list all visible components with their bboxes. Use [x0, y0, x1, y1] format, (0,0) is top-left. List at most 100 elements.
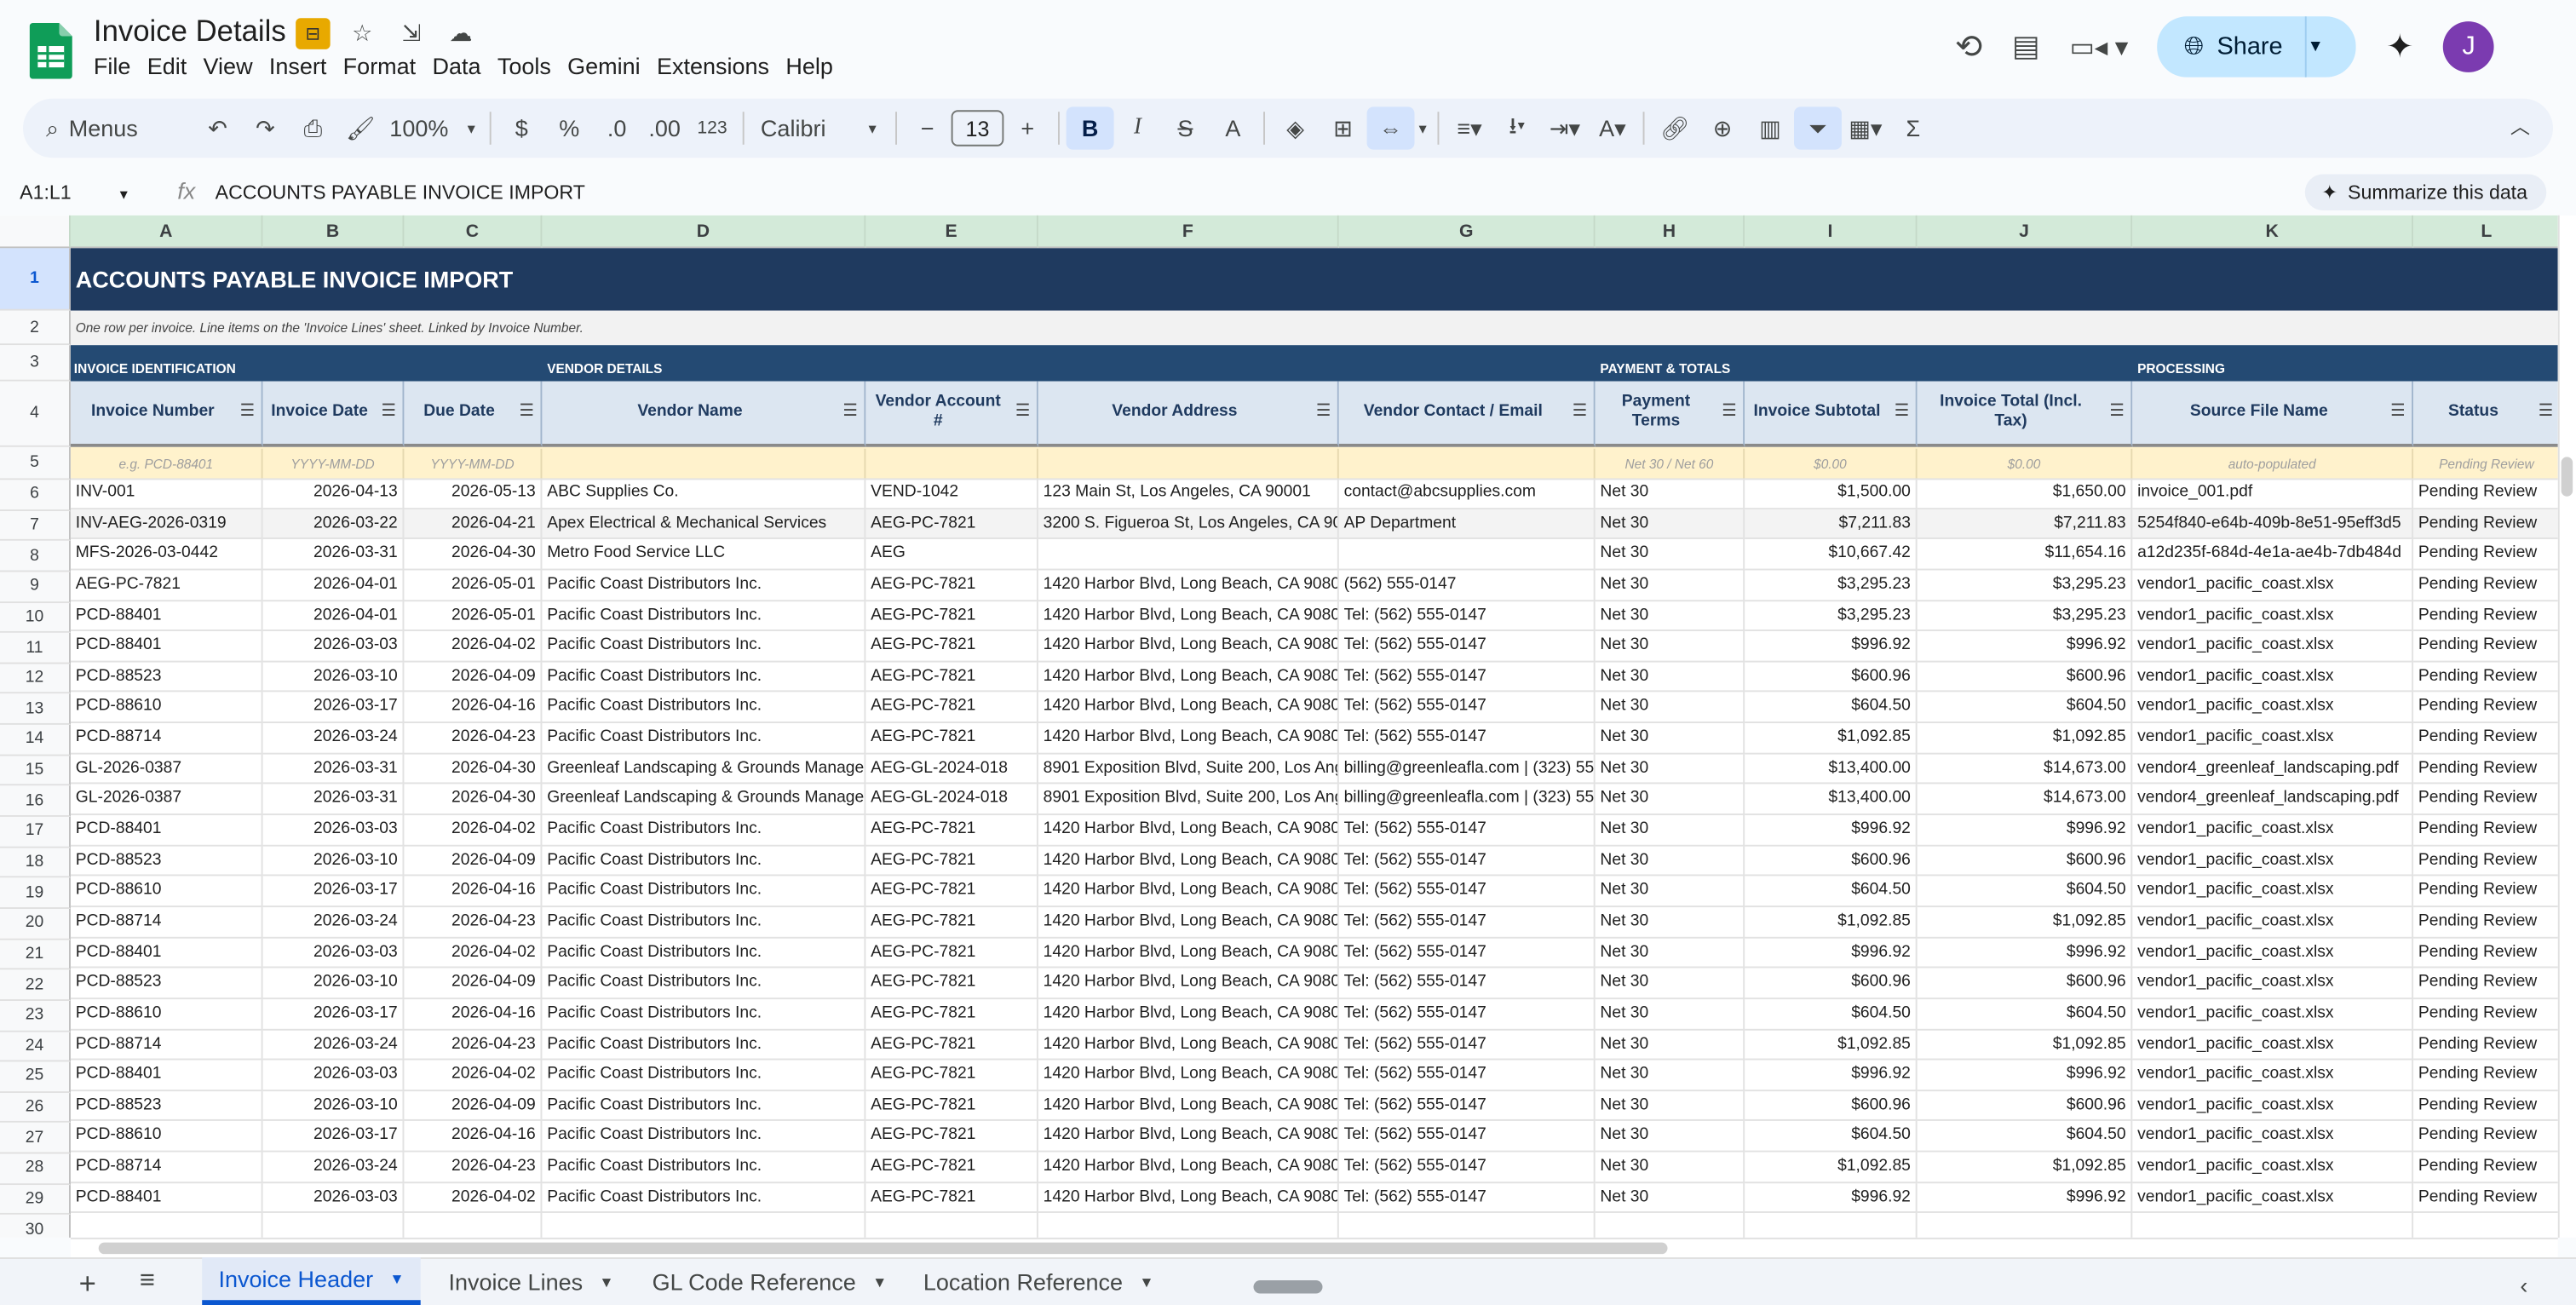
- table-cell[interactable]: 1420 Harbor Blvd, Long Beach, CA 90802: [1038, 846, 1339, 877]
- table-cell[interactable]: AEG-PC-7821: [865, 968, 1038, 999]
- table-cell[interactable]: Pacific Coast Distributors Inc.: [542, 968, 866, 999]
- table-cell[interactable]: Pending Review: [2413, 999, 2558, 1030]
- tab-invoice-header[interactable]: Invoice Header ▼: [202, 1257, 421, 1305]
- table-cell[interactable]: Tel: (562) 555-0147: [1338, 877, 1596, 908]
- table-cell[interactable]: Pending Review: [2413, 785, 2558, 816]
- table-cell[interactable]: GL-2026-0387: [70, 754, 263, 785]
- row-header-10[interactable]: 10: [0, 602, 71, 634]
- filter-icon[interactable]: ☰: [2109, 403, 2124, 423]
- table-cell[interactable]: [1338, 539, 1596, 571]
- table-cell[interactable]: 2026-04-09: [404, 1090, 543, 1122]
- header-cell[interactable]: Payment Terms ☰: [1595, 381, 1745, 447]
- filter-icon[interactable]: ☰: [842, 403, 857, 423]
- table-cell[interactable]: Pending Review: [2413, 938, 2558, 969]
- filter-icon[interactable]: ☰: [1573, 403, 1587, 423]
- header-cell[interactable]: Invoice Number ☰: [70, 381, 263, 447]
- chevron-down-icon[interactable]: ▼: [389, 1270, 404, 1286]
- font-size-input[interactable]: 13: [951, 110, 1004, 147]
- summarize-data-button[interactable]: ✦ Summarize this data: [2304, 174, 2548, 210]
- table-cell[interactable]: contact@abcsupplies.com: [1338, 478, 1596, 509]
- table-cell[interactable]: billing@greenleafla.com | (323) 555: [1338, 754, 1596, 785]
- tabs-scroll-thumb[interactable]: [1253, 1280, 1323, 1294]
- table-cell[interactable]: [263, 1213, 405, 1238]
- table-cell[interactable]: PCD-88610: [70, 998, 263, 1030]
- filter-icon[interactable]: ☰: [1722, 403, 1736, 423]
- decrease-decimal-button[interactable]: .0: [593, 106, 641, 149]
- table-cell[interactable]: Tel: (562) 555-0147: [1338, 662, 1596, 693]
- name-box[interactable]: A1:L1 ▼: [20, 181, 130, 204]
- row-header-17[interactable]: 17: [0, 817, 71, 848]
- hint-cell[interactable]: [1038, 448, 1339, 480]
- row-header-30[interactable]: 30: [0, 1215, 71, 1238]
- table-cell[interactable]: AEG-PC-7821: [865, 1090, 1038, 1122]
- table-cell[interactable]: [1918, 1213, 2133, 1238]
- menu-format[interactable]: Format: [343, 53, 429, 79]
- table-cell[interactable]: 1420 Harbor Blvd, Long Beach, CA 90802: [1038, 907, 1339, 938]
- table-cell[interactable]: $3,295.23: [1745, 601, 1918, 632]
- table-cell[interactable]: Pending Review: [2413, 601, 2558, 632]
- table-cell[interactable]: 2026-04-21: [404, 509, 543, 540]
- table-cell[interactable]: AEG-PC-7821: [865, 846, 1038, 877]
- table-cell[interactable]: $600.96: [1917, 846, 2133, 877]
- table-cell[interactable]: a12d235f-684d-4e1a-ae4b-7db484d: [2132, 539, 2414, 571]
- header-cell[interactable]: Invoice Date ☰: [262, 381, 405, 447]
- table-cell[interactable]: [404, 1213, 543, 1238]
- table-cell[interactable]: 2026-04-02: [404, 631, 543, 663]
- filter-icon[interactable]: ☰: [381, 403, 395, 423]
- filter-icon[interactable]: ☰: [240, 403, 255, 423]
- table-cell[interactable]: AEG-PC-7821: [865, 662, 1038, 693]
- table-cell[interactable]: AEG-PC-7821: [865, 723, 1038, 755]
- table-cell[interactable]: $600.96: [1745, 662, 1918, 693]
- table-cell[interactable]: vendor1_pacific_coast.xlsx: [2132, 662, 2414, 693]
- undo-icon[interactable]: ↶: [194, 106, 242, 149]
- table-cell[interactable]: 1420 Harbor Blvd, Long Beach, CA 90802: [1038, 937, 1339, 969]
- row-header-16[interactable]: 16: [0, 786, 71, 818]
- table-cell[interactable]: AEG-PC-7821: [865, 877, 1038, 908]
- table-cell[interactable]: AEG-PC-7821: [865, 631, 1038, 663]
- merge-cells-icon[interactable]: ⇔: [1366, 106, 1415, 150]
- table-cell[interactable]: INV-AEG-2026-0319: [70, 509, 263, 540]
- table-cell[interactable]: Tel: (562) 555-0147: [1338, 998, 1596, 1030]
- vertical-align-icon[interactable]: ⭳▾: [1493, 106, 1541, 149]
- search-menus[interactable]: ⌕ Menus: [30, 106, 194, 149]
- chevron-down-icon[interactable]: ▼: [1139, 1273, 1153, 1289]
- table-cell[interactable]: 2026-03-03: [262, 631, 405, 663]
- hint-cell[interactable]: [1338, 448, 1596, 480]
- table-cell[interactable]: Pending Review: [2413, 570, 2558, 601]
- row-header-29[interactable]: 29: [0, 1184, 71, 1216]
- table-cell[interactable]: $996.92: [1745, 1060, 1918, 1091]
- table-cell[interactable]: Net 30: [1595, 785, 1745, 816]
- meet-video-icon[interactable]: ▭◂ ▾: [2070, 31, 2129, 64]
- chevron-down-icon[interactable]: ▼: [599, 1273, 613, 1289]
- star-icon[interactable]: ☆: [345, 18, 379, 49]
- table-cell[interactable]: 2026-03-17: [262, 998, 405, 1030]
- table-cell[interactable]: $3,295.23: [1917, 570, 2133, 601]
- table-cell[interactable]: 1420 Harbor Blvd, Long Beach, CA 90802: [1038, 601, 1339, 632]
- row-header-4[interactable]: 4: [0, 381, 71, 447]
- table-cell[interactable]: 2026-04-23: [404, 1152, 543, 1183]
- table-cell[interactable]: Pending Review: [2413, 723, 2558, 755]
- table-cell[interactable]: AEG-PC-7821: [865, 570, 1038, 601]
- table-cell[interactable]: Pacific Coast Distributors Inc.: [542, 1152, 866, 1183]
- table-cell[interactable]: $3,295.23: [1745, 570, 1918, 601]
- table-cell[interactable]: PCD-88401: [70, 1182, 263, 1214]
- table-cell[interactable]: Net 30: [1595, 723, 1745, 755]
- table-cell[interactable]: vendor1_pacific_coast.xlsx: [2132, 631, 2414, 663]
- table-cell[interactable]: 3200 S. Figueroa St, Los Angeles, CA 900…: [1038, 509, 1339, 540]
- hint-cell[interactable]: [865, 448, 1038, 480]
- table-cell[interactable]: Pending Review: [2413, 509, 2558, 540]
- borders-icon[interactable]: ⊞: [1320, 106, 1367, 149]
- table-cell[interactable]: PCD-88714: [70, 1152, 263, 1183]
- add-sheet-icon[interactable]: +: [79, 1268, 96, 1302]
- table-cell[interactable]: Net 30: [1595, 662, 1745, 693]
- table-cell[interactable]: Pacific Coast Distributors Inc.: [542, 631, 866, 663]
- table-cell[interactable]: Greenleaf Landscaping & Grounds Manageme…: [542, 785, 866, 816]
- increase-decimal-button[interactable]: .00: [641, 106, 688, 149]
- table-cell[interactable]: VEND-1042: [865, 478, 1038, 509]
- sheet-title[interactable]: ACCOUNTS PAYABLE INVOICE IMPORT: [71, 248, 514, 310]
- column-header-c[interactable]: C: [404, 215, 543, 249]
- table-cell[interactable]: $14,673.00: [1917, 785, 2133, 816]
- table-cell[interactable]: [1038, 539, 1339, 571]
- table-cell[interactable]: Tel: (562) 555-0147: [1338, 907, 1596, 938]
- hint-cell[interactable]: YYYY-MM-DD: [262, 448, 405, 480]
